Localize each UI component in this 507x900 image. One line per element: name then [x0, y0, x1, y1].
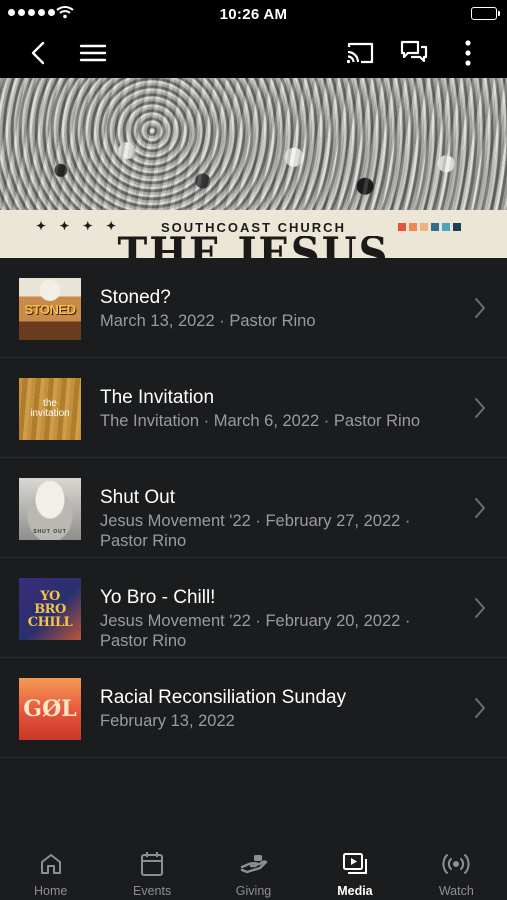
tab-label: Giving: [235, 884, 272, 898]
calendar-icon: [141, 852, 164, 876]
chevron-right-icon: [475, 598, 485, 618]
menu-button[interactable]: [75, 35, 111, 71]
item-title: The Invitation: [100, 387, 215, 408]
cast-button[interactable]: [342, 35, 378, 71]
item-subtitle: The Invitation · March 6, 2022 · Pastor …: [100, 412, 421, 430]
tab-label: Watch: [438, 884, 474, 898]
list-item[interactable]: SHUT OUT Shut Out Jesus Movement '22 · F…: [0, 458, 507, 558]
back-button[interactable]: [20, 35, 56, 71]
home-icon: [40, 854, 61, 874]
cast-icon: [346, 42, 374, 64]
giving-hand-icon: [240, 855, 267, 874]
sermon-thumbnail: STONED: [19, 278, 81, 340]
status-time: 10:26 AM: [219, 6, 288, 23]
broadcast-icon: [442, 854, 470, 874]
swatch: [398, 223, 406, 231]
tab-bar: Home Events Giving Media Watch: [0, 842, 507, 900]
nav-bar: [0, 28, 507, 78]
chat-icon: [400, 40, 428, 63]
item-title: Shut Out: [100, 487, 175, 508]
status-bar: 10:26 AM: [0, 0, 507, 28]
chevron-right-icon: [475, 298, 485, 318]
tab-label: Media: [337, 884, 373, 898]
sermon-thumbnail: GØL: [19, 678, 81, 740]
tab-events[interactable]: Events: [101, 842, 202, 900]
chevron-left-icon: [31, 41, 45, 65]
battery-icon: [471, 7, 500, 20]
item-subtitle: March 13, 2022 · Pastor Rino: [100, 312, 316, 330]
item-title: Stoned?: [100, 287, 171, 308]
list-item[interactable]: GØL Racial Reconsiliation Sunday Februar…: [0, 658, 507, 758]
swatch: [420, 223, 428, 231]
swatch: [409, 223, 417, 231]
banner-headline: THE JESUS MOVEMENT: [0, 236, 507, 258]
chevron-right-icon: [475, 398, 485, 418]
tab-watch[interactable]: Watch: [406, 842, 507, 900]
sermon-thumbnail: YO BRO CHILL: [19, 578, 81, 640]
item-subtitle: Jesus Movement '22 · February 20, 2022 ·…: [100, 612, 411, 650]
media-play-icon: [342, 853, 367, 874]
chevron-right-icon: [475, 498, 485, 518]
tab-label: Home: [34, 884, 68, 898]
chat-button[interactable]: [396, 35, 432, 71]
list-item[interactable]: the invitation The Invitation The Invita…: [0, 358, 507, 458]
more-options-button[interactable]: [450, 35, 486, 71]
series-banner[interactable]: ✦ ✦ ✦ ✦ SOUTHCOAST CHURCH THE JESUS MOVE…: [0, 78, 507, 258]
more-vertical-icon: [465, 40, 471, 66]
swatch: [453, 223, 461, 231]
list-item[interactable]: STONED Stoned? March 13, 2022 · Pastor R…: [0, 258, 507, 358]
list-item[interactable]: YO BRO CHILL Yo Bro - Chill! Jesus Movem…: [0, 558, 507, 658]
tab-home[interactable]: Home: [0, 842, 101, 900]
item-subtitle: February 13, 2022: [100, 712, 235, 730]
swatch: [431, 223, 439, 231]
media-list: STONED Stoned? March 13, 2022 · Pastor R…: [0, 258, 507, 758]
tab-label: Events: [133, 884, 172, 898]
swatch: [442, 223, 450, 231]
item-title: Racial Reconsiliation Sunday: [100, 687, 347, 708]
tab-giving[interactable]: Giving: [203, 842, 304, 900]
hamburger-icon: [79, 44, 107, 62]
item-title: Yo Bro - Chill!: [100, 587, 216, 608]
sermon-thumbnail: SHUT OUT: [19, 478, 81, 540]
tab-media[interactable]: Media: [304, 842, 405, 900]
banner-color-swatches: [398, 223, 461, 231]
item-subtitle: Jesus Movement '22 · February 27, 2022 ·…: [100, 512, 411, 550]
chevron-right-icon: [475, 698, 485, 718]
sermon-thumbnail: the invitation: [19, 378, 81, 440]
